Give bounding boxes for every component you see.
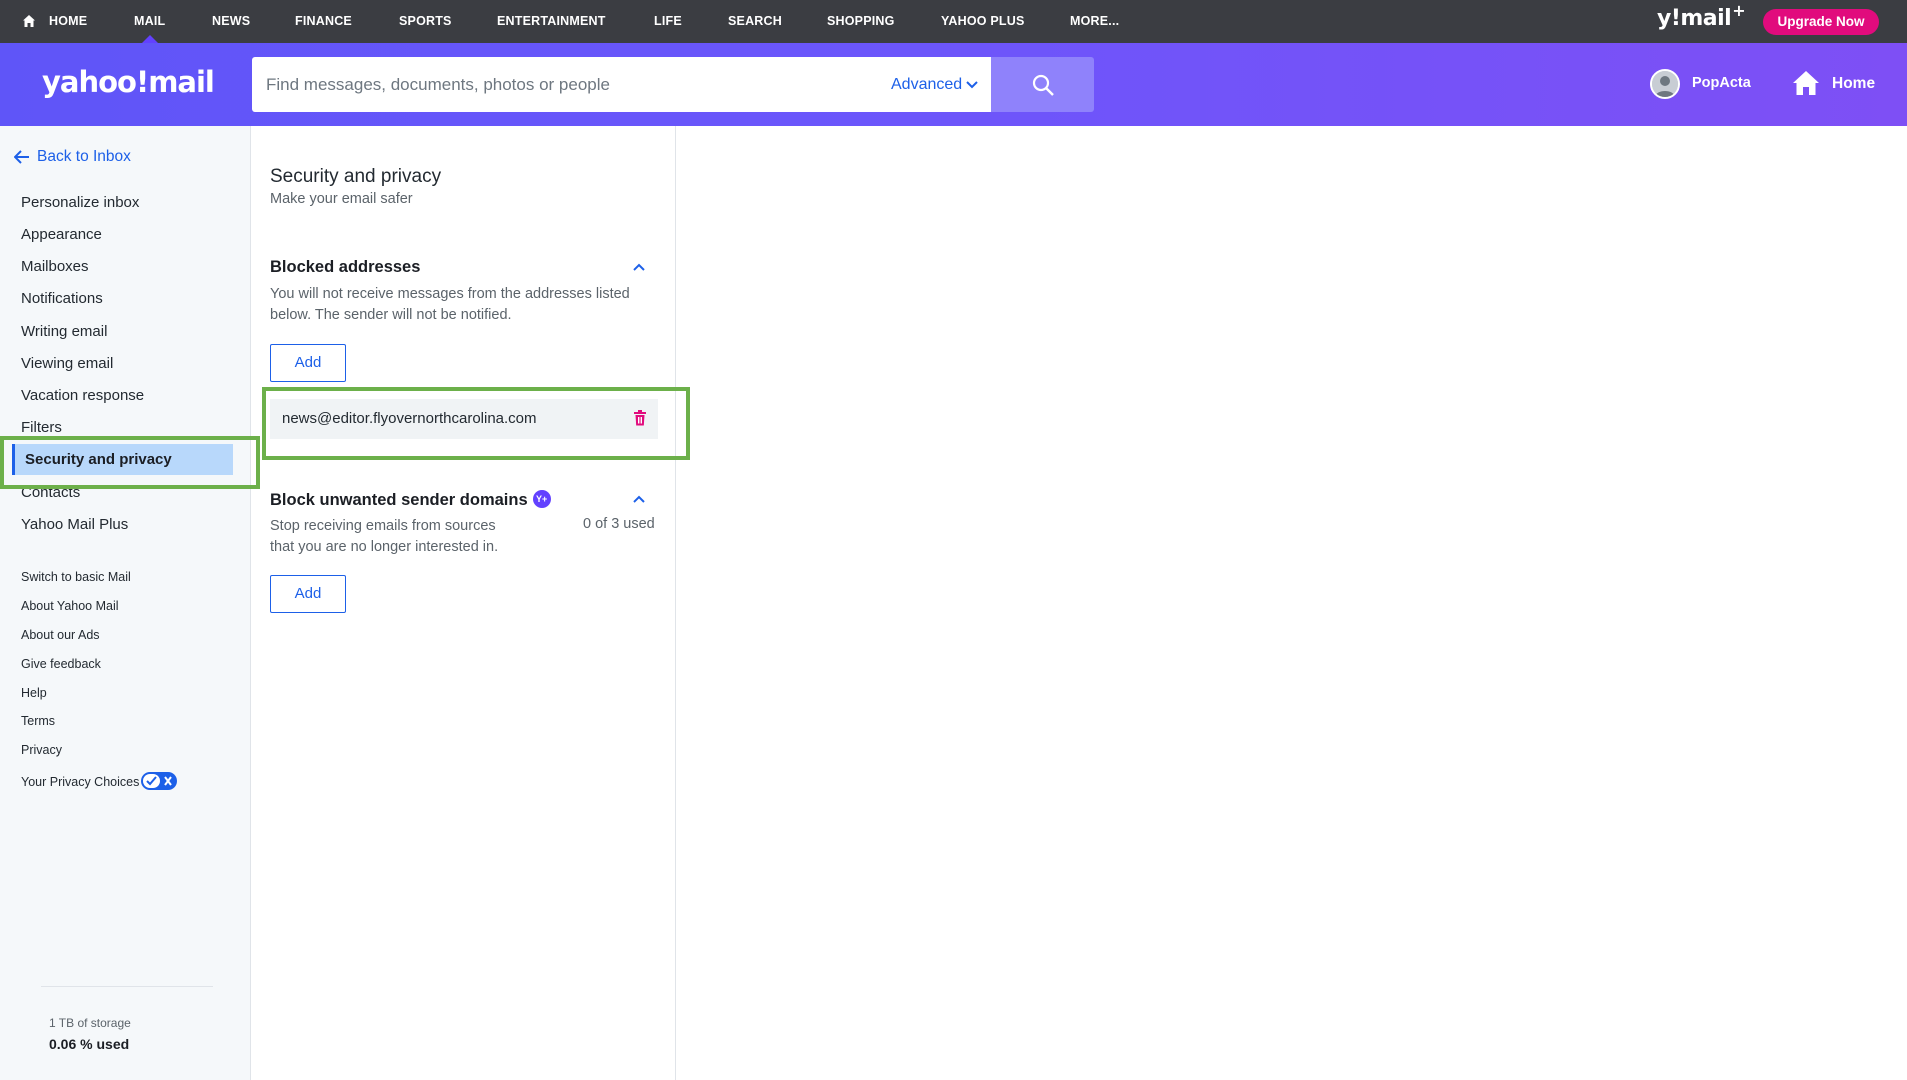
topnav-more[interactable]: MORE... bbox=[1070, 0, 1119, 43]
sidebar-item-mailboxes[interactable]: Mailboxes bbox=[21, 258, 89, 275]
search-icon bbox=[1032, 74, 1054, 96]
arrow-left-icon bbox=[13, 150, 29, 164]
security-privacy-panel: Security and privacy Make your email saf… bbox=[252, 126, 676, 1080]
topnav-yahoo-plus[interactable]: YAHOO PLUS bbox=[941, 0, 1025, 43]
sidebar-item-personalize-inbox[interactable]: Personalize inbox bbox=[21, 194, 139, 211]
switch-to-basic-mail-link[interactable]: Switch to basic Mail bbox=[21, 570, 131, 584]
help-link[interactable]: Help bbox=[21, 686, 47, 700]
chevron-up-icon[interactable] bbox=[632, 260, 646, 274]
home-icon bbox=[23, 15, 35, 27]
blocked-addresses-title: Blocked addresses bbox=[270, 258, 421, 276]
topnav-home[interactable]: HOME bbox=[49, 0, 87, 43]
topnav-sports[interactable]: SPORTS bbox=[399, 0, 452, 43]
sidebar-item-filters[interactable]: Filters bbox=[21, 419, 62, 436]
topnav-entertainment[interactable]: ENTERTAINMENT bbox=[497, 0, 606, 43]
settings-sidebar: Back to Inbox Personalize inbox Appearan… bbox=[0, 126, 251, 1080]
back-to-inbox-link[interactable]: Back to Inbox bbox=[13, 148, 131, 166]
search-box: Advanced bbox=[252, 57, 991, 112]
topnav-search[interactable]: SEARCH bbox=[728, 0, 782, 43]
privacy-link[interactable]: Privacy bbox=[21, 743, 62, 757]
terms-link[interactable]: Terms bbox=[21, 714, 55, 728]
topnav-life[interactable]: LIFE bbox=[654, 0, 682, 43]
storage-used: 0.06 % used bbox=[49, 1036, 130, 1052]
upgrade-now-button[interactable]: Upgrade Now bbox=[1763, 9, 1879, 35]
block-sender-domains-title: Block unwanted sender domains Y+ bbox=[270, 490, 551, 510]
domains-usage-count: 0 of 3 used bbox=[583, 516, 655, 532]
sidebar-item-appearance[interactable]: Appearance bbox=[21, 226, 102, 243]
active-tab-indicator bbox=[142, 35, 158, 43]
chevron-up-icon[interactable] bbox=[632, 492, 646, 506]
chevron-down-icon bbox=[966, 81, 978, 89]
home-label: Home bbox=[1832, 75, 1876, 92]
profile-name: PopActa bbox=[1692, 75, 1751, 91]
sidebar-item-notifications[interactable]: Notifications bbox=[21, 290, 103, 307]
sidebar-item-vacation-response[interactable]: Vacation response bbox=[21, 387, 144, 404]
user-avatar-icon bbox=[1650, 69, 1680, 99]
highlight-box-blocked-address bbox=[262, 387, 690, 460]
search-input[interactable] bbox=[266, 57, 866, 112]
about-yahoo-mail-link[interactable]: About Yahoo Mail bbox=[21, 599, 119, 613]
about-our-ads-link[interactable]: About our Ads bbox=[21, 628, 100, 642]
sidebar-divider bbox=[41, 986, 213, 987]
yahoo-plus-icon: Y+ bbox=[532, 490, 551, 508]
your-privacy-choices-link[interactable]: Your Privacy Choices bbox=[21, 772, 178, 790]
privacy-choices-icon bbox=[141, 772, 178, 790]
sidebar-item-writing-email[interactable]: Writing email bbox=[21, 323, 107, 340]
storage-capacity: 1 TB of storage bbox=[49, 1016, 131, 1030]
topnav-shopping[interactable]: SHOPPING bbox=[827, 0, 895, 43]
sidebar-item-yahoo-mail-plus[interactable]: Yahoo Mail Plus bbox=[21, 516, 128, 533]
search-button[interactable] bbox=[991, 57, 1094, 112]
topnav-finance[interactable]: FINANCE bbox=[295, 0, 352, 43]
blocked-addresses-description: You will not receive messages from the a… bbox=[270, 286, 630, 323]
give-feedback-link[interactable]: Give feedback bbox=[21, 657, 101, 671]
house-icon bbox=[1793, 71, 1819, 95]
highlight-box-sidebar bbox=[0, 436, 260, 489]
mail-header: yahoo!mail Advanced PopActa Home bbox=[0, 43, 1907, 126]
add-blocked-address-button[interactable]: Add bbox=[270, 344, 346, 382]
page-subtitle: Make your email safer bbox=[270, 191, 413, 207]
add-blocked-domain-button[interactable]: Add bbox=[270, 575, 346, 613]
top-navigation-bar: HOME MAIL NEWS FINANCE SPORTS ENTERTAINM… bbox=[0, 0, 1907, 43]
sidebar-item-viewing-email[interactable]: Viewing email bbox=[21, 355, 113, 372]
yahoo-mail-plus-logo[interactable]: y!mail+ bbox=[1657, 1, 1746, 36]
block-sender-domains-description: Stop receiving emails from sources that … bbox=[270, 518, 499, 555]
advanced-search-dropdown[interactable]: Advanced bbox=[891, 57, 978, 112]
page-title: Security and privacy bbox=[270, 166, 442, 187]
topnav-news[interactable]: NEWS bbox=[212, 0, 250, 43]
yahoo-mail-logo[interactable]: yahoo!mail bbox=[42, 65, 215, 99]
